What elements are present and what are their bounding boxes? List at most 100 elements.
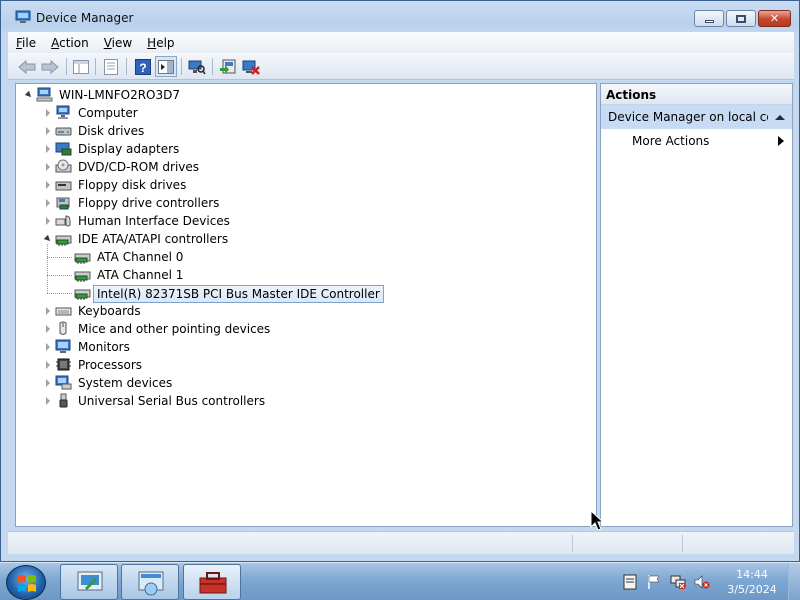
tree-node[interactable]: Floppy drive controllers <box>16 194 586 212</box>
collapsed-chevron-icon <box>45 180 50 189</box>
hid-icon <box>55 215 71 227</box>
menu-action-label: ction <box>59 35 89 50</box>
console-icon <box>138 571 164 596</box>
tree-node[interactable]: ATA Channel 1 <box>16 266 586 284</box>
tree-connector-branch <box>47 293 72 294</box>
tree-node[interactable]: Universal Serial Bus controllers <box>16 392 586 410</box>
collapsed-chevron-icon <box>45 306 50 315</box>
tree-node[interactable]: Display adapters <box>16 140 586 158</box>
device-tree[interactable]: WIN-LMNFO2RO3D7 Computer Disk drives Displ… <box>15 83 597 527</box>
tree-node[interactable]: Floppy disk drives <box>16 176 586 194</box>
node-expander[interactable] <box>43 144 52 153</box>
help-button[interactable]: ? <box>132 56 154 77</box>
windows-logo-icon <box>18 575 36 592</box>
node-expander[interactable] <box>43 216 52 225</box>
collapsed-chevron-icon <box>45 126 50 135</box>
node-expander[interactable] <box>43 234 52 243</box>
tree-node[interactable]: Keyboards <box>16 302 586 320</box>
tree-node[interactable]: DVD/CD-ROM drives <box>16 158 586 176</box>
tree-node[interactable]: Computer <box>16 104 586 122</box>
tree-node[interactable]: IDE ATA/ATAPI controllers <box>16 230 586 248</box>
title-bar[interactable]: Device Manager ✕ <box>1 1 799 31</box>
action-center-flag-icon[interactable] <box>646 574 662 590</box>
taskbar-powershell-button[interactable] <box>121 564 179 600</box>
tree-node[interactable]: Mice and other pointing devices <box>16 320 586 338</box>
forward-arrow-icon <box>41 59 59 74</box>
root-expander[interactable] <box>24 90 33 99</box>
node-expander[interactable] <box>43 396 52 405</box>
toolbar-separator <box>212 58 213 75</box>
actions-pane: Actions Device Manager on local co... Mo… <box>600 83 793 527</box>
tree-node[interactable]: Disk drives <box>16 122 586 140</box>
tree-node[interactable]: System devices <box>16 374 586 392</box>
node-expander[interactable] <box>43 162 52 171</box>
scan-for-hardware-changes-button[interactable] <box>186 56 208 77</box>
show-hide-console-tree-button[interactable] <box>70 56 92 77</box>
back-button[interactable] <box>16 56 38 77</box>
properties-button[interactable] <box>100 56 122 77</box>
tree-node-label: Monitors <box>78 340 130 354</box>
menu-help[interactable]: Help <box>139 36 181 50</box>
actions-section-device-manager[interactable]: Device Manager on local co... <box>601 105 792 129</box>
input-indicator-icon[interactable] <box>622 574 638 590</box>
node-expander[interactable] <box>43 342 52 351</box>
node-expander[interactable] <box>43 180 52 189</box>
menu-action[interactable]: Action <box>43 36 96 50</box>
collapsed-chevron-icon <box>45 324 50 333</box>
maximize-button[interactable] <box>726 10 756 27</box>
network-disconnected-icon[interactable] <box>670 574 686 590</box>
tree-node[interactable]: Human Interface Devices <box>16 212 586 230</box>
tree-node-label: Display adapters <box>78 142 180 156</box>
menu-view[interactable]: View <box>96 36 139 50</box>
menu-view-accel: V <box>103 35 112 50</box>
menu-file[interactable]: File <box>8 36 43 50</box>
forward-button[interactable] <box>39 56 61 77</box>
minimize-icon <box>704 20 714 23</box>
tree-node[interactable]: Processors <box>16 356 586 374</box>
tree-node[interactable]: ATA Channel 0 <box>16 248 586 266</box>
floppy-controller-icon <box>56 197 70 210</box>
minimize-button[interactable] <box>694 10 724 27</box>
submenu-arrow-icon <box>778 136 784 146</box>
tree-root[interactable]: WIN-LMNFO2RO3D7 <box>16 86 586 104</box>
tree-connector-line <box>47 244 48 293</box>
show-desktop-button[interactable] <box>788 563 800 600</box>
taskbar-server-manager-button[interactable] <box>60 564 118 600</box>
node-expander[interactable] <box>43 324 52 333</box>
collapse-up-icon[interactable] <box>775 114 785 121</box>
help-icon: ? <box>135 58 151 75</box>
node-expander[interactable] <box>43 126 52 135</box>
node-expander[interactable] <box>43 360 52 369</box>
start-button[interactable] <box>6 565 46 600</box>
node-expander[interactable] <box>43 198 52 207</box>
taskbar-device-manager-button[interactable] <box>183 564 241 600</box>
close-button[interactable]: ✕ <box>758 10 791 27</box>
tree-connector-branch <box>47 275 72 276</box>
tree-node[interactable]: Monitors <box>16 338 586 356</box>
back-arrow-icon <box>18 59 36 74</box>
maximize-icon <box>736 14 746 23</box>
svg-text:?: ? <box>139 61 146 75</box>
computer-icon <box>36 87 53 102</box>
update-driver-button[interactable] <box>217 56 239 77</box>
volume-muted-icon[interactable] <box>694 574 710 590</box>
system-clock[interactable]: 14:44 3/5/2024 <box>722 567 782 597</box>
collapsed-chevron-icon <box>45 108 50 117</box>
uninstall-button[interactable] <box>240 56 262 77</box>
tree-node-label: Disk drives <box>78 124 145 138</box>
node-expander[interactable] <box>43 378 52 387</box>
usb-icon <box>59 393 68 408</box>
disk-drive-icon <box>55 127 72 136</box>
status-separator <box>682 535 683 552</box>
tree-node[interactable]: Intel(R) 82371SB PCI Bus Master IDE Cont… <box>16 284 586 303</box>
show-hide-action-pane-button[interactable] <box>155 56 177 77</box>
tree-node-label: Human Interface Devices <box>78 214 230 228</box>
mouse-icon <box>59 321 67 335</box>
node-expander[interactable] <box>43 108 52 117</box>
tree-node-label: Floppy drive controllers <box>78 196 220 210</box>
toolbar-separator <box>126 58 127 75</box>
more-actions-item[interactable]: More Actions <box>601 129 792 153</box>
node-expander[interactable] <box>43 306 52 315</box>
clock-time: 14:44 <box>736 568 768 581</box>
floppy-disk-icon <box>55 181 72 191</box>
